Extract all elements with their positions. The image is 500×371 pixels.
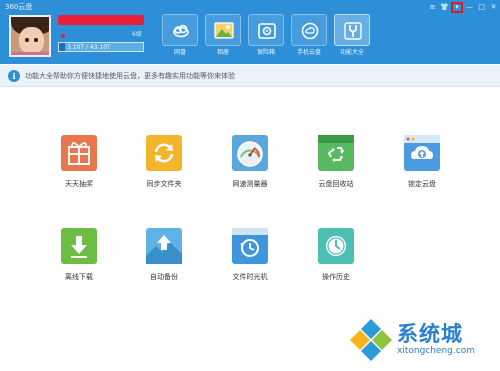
info-text: 功能大全帮助你方便快捷地使用云盘，更多有趣实用功能等你来体验 — [25, 72, 235, 80]
tab-label: 保险箱 — [256, 49, 275, 56]
tab-tools[interactable]: 功能大全 — [334, 14, 370, 60]
feature-daily-lottery[interactable]: 天天抽奖 — [44, 135, 114, 195]
tab-label: 相册 — [216, 49, 229, 56]
feature-lock-cloud[interactable]: 锁定云盘 — [387, 135, 457, 195]
redacted-mark — [61, 34, 65, 38]
user-info: 6级 3.10T / 43.10T — [58, 15, 144, 55]
feature-operation-history[interactable]: 操作历史 — [301, 228, 371, 288]
feature-offline-download[interactable]: 离线下载 — [44, 228, 114, 288]
lock-cloud-icon — [404, 135, 440, 171]
feature-label: 自动备份 — [150, 273, 178, 281]
feature-auto-backup[interactable]: 自动备份 — [129, 228, 199, 288]
speedometer-icon — [232, 135, 268, 171]
main-nav: 网盘 相册 保险箱 手机云盘 功能大全 — [162, 14, 377, 60]
photo-album-icon — [214, 22, 234, 39]
username-redacted[interactable] — [58, 15, 144, 25]
sync-folder-icon — [146, 135, 182, 171]
feature-time-machine[interactable]: 文件时光机 — [215, 228, 285, 288]
menu-icon[interactable]: ≡ — [427, 2, 438, 13]
minimize-icon[interactable]: — — [464, 2, 475, 13]
feature-speed-test[interactable]: 网速测量器 — [215, 135, 285, 195]
avatar[interactable] — [9, 15, 51, 57]
feature-label: 同步文件夹 — [146, 180, 182, 188]
info-bar: i 功能大全帮助你方便快捷地使用云盘，更多有趣实用功能等你来体验 — [0, 65, 500, 87]
tab-photo-album[interactable]: 相册 — [205, 14, 241, 60]
tab-safe-box[interactable]: 保险箱 — [248, 14, 284, 60]
maximize-icon[interactable]: □ — [476, 2, 487, 13]
watermark: 系统城 xitongcheng.com — [345, 314, 500, 371]
tab-label: 功能大全 — [339, 49, 364, 56]
auto-backup-icon — [146, 228, 182, 264]
feature-label: 离线下载 — [65, 273, 93, 281]
feature-label: 云盘回收站 — [318, 180, 354, 188]
window-controls: ≡ 👕 ▾ — □ ✕ — [426, 2, 499, 13]
vip-level: 6级 — [132, 31, 142, 38]
dropdown-menu-icon[interactable]: ▾ — [451, 2, 463, 13]
watermark-url: xitongcheng.com — [397, 346, 475, 356]
storage-bar: 3.10T / 43.10T — [58, 42, 144, 52]
safe-box-icon — [258, 23, 276, 39]
gift-icon — [61, 135, 97, 171]
feature-label: 操作历史 — [322, 273, 350, 281]
tools-icon — [344, 22, 362, 40]
phone-cloud-icon — [301, 22, 319, 40]
storage-fill — [59, 43, 65, 51]
download-icon — [61, 228, 97, 264]
feature-label: 文件时光机 — [232, 273, 268, 281]
cloud-disk-icon — [173, 24, 189, 38]
time-machine-icon — [232, 228, 268, 264]
history-icon — [318, 228, 354, 264]
feature-label: 天天抽奖 — [65, 180, 93, 188]
title-bar: 360云盘 6级 3.10T / 43.10T 网盘 相册 保险箱 手机云盘 功… — [0, 0, 500, 64]
recycle-bin-icon — [318, 135, 354, 171]
storage-text: 3.10T / 43.10T — [67, 44, 111, 51]
tab-label: 手机云盘 — [296, 49, 321, 56]
tab-cloud-disk[interactable]: 网盘 — [162, 14, 198, 60]
windows-logo-icon — [350, 319, 392, 361]
info-icon: i — [8, 70, 20, 82]
skin-icon[interactable]: 👕 — [439, 2, 450, 13]
close-icon[interactable]: ✕ — [488, 2, 499, 13]
tab-phone-cloud[interactable]: 手机云盘 — [291, 14, 327, 60]
feature-label: 锁定云盘 — [408, 180, 436, 188]
feature-label: 网速测量器 — [232, 180, 268, 188]
app-title: 360云盘 — [5, 3, 33, 11]
feature-sync-folder[interactable]: 同步文件夹 — [129, 135, 199, 195]
tab-label: 网盘 — [173, 49, 186, 56]
feature-recycle-bin[interactable]: 云盘回收站 — [301, 135, 371, 195]
watermark-name: 系统城 — [397, 322, 463, 346]
